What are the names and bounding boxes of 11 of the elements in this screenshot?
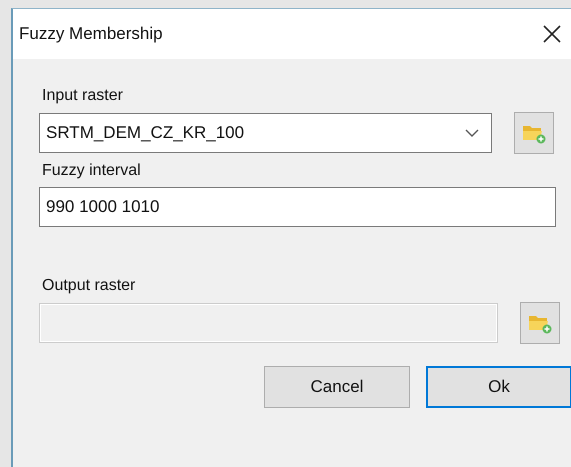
cancel-button[interactable]: Cancel: [264, 366, 410, 408]
browse-button[interactable]: [514, 112, 554, 154]
dropdown-field[interactable]: SRTM_DEM_CZ_KR_100: [39, 113, 492, 153]
ok-button[interactable]: Ok: [426, 366, 571, 408]
field-label: Fuzzy interval: [42, 162, 142, 180]
input-field[interactable]: 990 1000 1010: [39, 187, 556, 227]
close-icon[interactable]: [543, 25, 561, 43]
field-label: Input raster: [42, 87, 124, 105]
window-title: Fuzzy Membership: [19, 24, 163, 44]
field-label: Output raster: [42, 277, 136, 295]
chevron-down-icon: [465, 129, 479, 137]
